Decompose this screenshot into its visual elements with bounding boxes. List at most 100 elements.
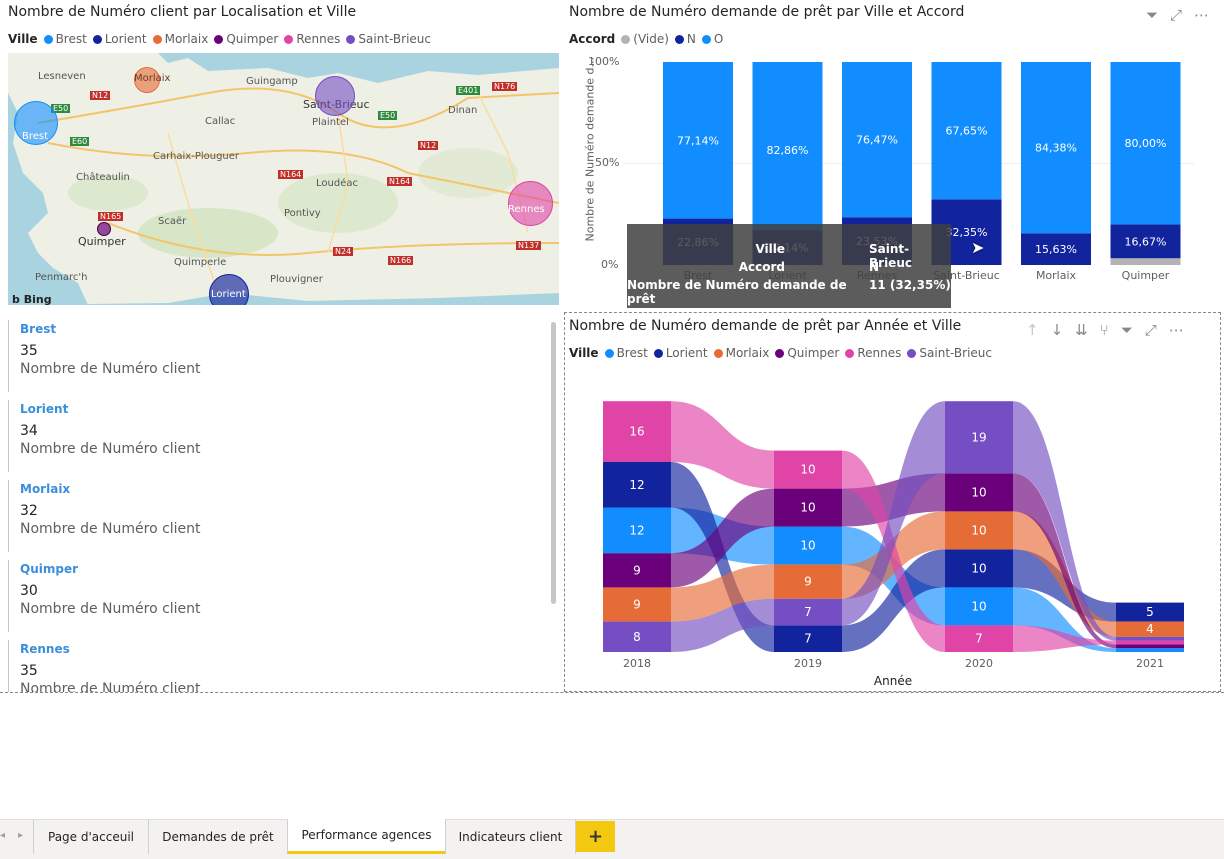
card-item: Morlaix 32 Nombre de Numéro client (8, 480, 538, 552)
map-bubble-saint-brieuc[interactable] (315, 76, 355, 116)
bar-data-label: 80,00% (1125, 137, 1167, 150)
tooltip-value: N (869, 260, 880, 274)
map-place-label: Dinan (448, 105, 478, 116)
ribbon-chart-plot: 12 12 9 9 16 8 2018 10 7 9 10 10 7 2019 10 10 10 10 7 19 202… (603, 401, 1184, 688)
ribbon-segment[interactable] (1116, 636, 1184, 641)
add-page-button[interactable]: + (576, 821, 615, 852)
ribbon-data-label: 10 (971, 599, 986, 613)
mouse-cursor-icon: ➤ (971, 238, 985, 257)
bar-data-label: 16,67% (1125, 235, 1167, 248)
map-place-label: Rennes (508, 204, 545, 215)
map-place-label: Pontivy (284, 208, 321, 219)
map-place-label: Penmarc'h (35, 272, 88, 283)
card-item: Brest 35 Nombre de Numéro client (8, 320, 538, 392)
card-category: Lorient (20, 402, 69, 416)
tab-scroll-left-icon[interactable]: ◂ (0, 830, 5, 841)
ribbon-data-label: 12 (629, 523, 644, 537)
ribbon-x-tick: 2018 (623, 657, 651, 670)
card-item: Lorient 34 Nombre de Numéro client (8, 400, 538, 472)
ribbon-data-label: 4 (1146, 622, 1154, 636)
card-label: Nombre de Numéro client (20, 601, 201, 617)
road-shield: N24 (333, 247, 354, 256)
ribbon-data-label: 10 (800, 501, 815, 515)
card-category: Morlaix (20, 482, 71, 496)
road-shield: N164 (278, 170, 304, 179)
ribbon-data-label: 9 (633, 563, 641, 577)
card-category: Brest (20, 322, 57, 336)
map-area[interactable]: Lesneven Guingamp Saint-Brieuc Plaintel … (8, 53, 559, 305)
ribbon-data-label: 7 (804, 632, 812, 646)
tooltip-value: 11 (32,35%) (869, 278, 951, 292)
tab-scroll-right-icon[interactable]: ▸ (18, 830, 23, 841)
ribbon-x-tick: 2020 (965, 657, 993, 670)
map-place-label: Carhaix-Plouguer (153, 151, 240, 162)
ribbon-data-label: 10 (800, 539, 815, 553)
bar-data-label: 82,86% (767, 144, 809, 157)
card-value: 30 (20, 583, 38, 599)
canvas-divider (0, 692, 1224, 693)
map-legend-title: Ville (8, 32, 38, 46)
ribbon-data-label: 7 (804, 605, 812, 619)
ribbon-segment[interactable] (1116, 640, 1184, 645)
bar-x-tick: Morlaix (1036, 269, 1077, 282)
legend-item-rennes[interactable]: Rennes (284, 32, 340, 46)
road-shield: N165 (98, 212, 124, 221)
map-place-label: Lesneven (38, 71, 86, 82)
tooltip-key: Ville (755, 242, 785, 256)
card-value: 32 (20, 503, 38, 519)
bing-icon: b (12, 293, 20, 305)
road-shield: N12 (418, 141, 439, 150)
road-shield: N176 (492, 82, 518, 91)
ribbon-data-label: 7 (975, 632, 983, 646)
map-place-label: Lorient (211, 289, 246, 300)
map-bubble-quimper[interactable] (97, 222, 111, 236)
ribbon-data-label: 9 (633, 598, 641, 612)
ribbon-data-label: 10 (800, 463, 815, 477)
tooltip-key: Nombre de Numéro demande de prêt (627, 278, 847, 306)
map-place-label: Quimper (78, 235, 126, 248)
map-place-label: Brest (22, 131, 49, 142)
legend-item-saint-brieuc[interactable]: Saint-Brieuc (346, 32, 431, 46)
tooltip-value: Saint-Brieuc (869, 242, 912, 270)
ribbon-data-label: 10 (971, 561, 986, 575)
ribbon-data-label: 10 (971, 485, 986, 499)
map-place-label: Plaintel (312, 117, 349, 128)
bar-tooltip: Ville Saint-Brieuc Accord N Nombre de Nu… (627, 224, 951, 308)
map-place-label: Châteaulin (76, 172, 130, 183)
bing-logo: b Bing (12, 293, 52, 305)
bar-data-label: 15,63% (1035, 243, 1077, 256)
map-place-label: Loudéac (316, 178, 358, 189)
ribbon-segment[interactable] (1116, 644, 1184, 649)
ribbon-data-label: 5 (1146, 605, 1154, 619)
tab-performance-agences[interactable]: Performance agences (287, 819, 445, 854)
legend-item-brest[interactable]: Brest (43, 32, 87, 46)
bar-data-label: 77,14% (677, 134, 719, 147)
map-place-label: Morlaix (134, 73, 171, 84)
scrollbar[interactable] (551, 322, 556, 604)
ribbon-data-label: 16 (629, 425, 644, 439)
ribbon-data-label: 8 (633, 630, 641, 644)
tab-demandes-de-pret[interactable]: Demandes de prêt (148, 819, 287, 854)
legend-item-morlaix[interactable]: Morlaix (152, 32, 208, 46)
road-shield: N166 (388, 256, 414, 265)
multi-row-card[interactable]: Brest 35 Nombre de Numéro client Lorient 34 N… (8, 318, 558, 692)
ribbon-x-axis-title: Année (874, 674, 912, 688)
add-icon: + (587, 826, 604, 847)
legend-item-quimper[interactable]: Quimper (214, 32, 278, 46)
ribbon-x-tick: 2021 (1136, 657, 1164, 670)
card-item: Quimper 30 Nombre de Numéro client (8, 560, 538, 632)
card-label: Nombre de Numéro client (20, 681, 201, 692)
tab-indicateurs-client[interactable]: Indicateurs client (445, 819, 576, 854)
ribbon-segment[interactable] (1116, 648, 1184, 652)
tab-page-accueil[interactable]: Page d'acceuil (33, 819, 148, 854)
ribbon-data-label: 12 (629, 478, 644, 492)
ribbon-x-tick: 2019 (794, 657, 822, 670)
legend-item-lorient[interactable]: Lorient (92, 32, 147, 46)
bar-data-label: 84,38% (1035, 142, 1077, 155)
bar-x-tick: Quimper (1122, 269, 1170, 282)
ribbon-data-label: 10 (971, 523, 986, 537)
road-shield: E60 (70, 137, 90, 146)
map-place-label: Plouvigner (270, 274, 323, 285)
ribbon-data-label: 19 (971, 430, 986, 444)
bar-segment[interactable] (1110, 258, 1181, 265)
